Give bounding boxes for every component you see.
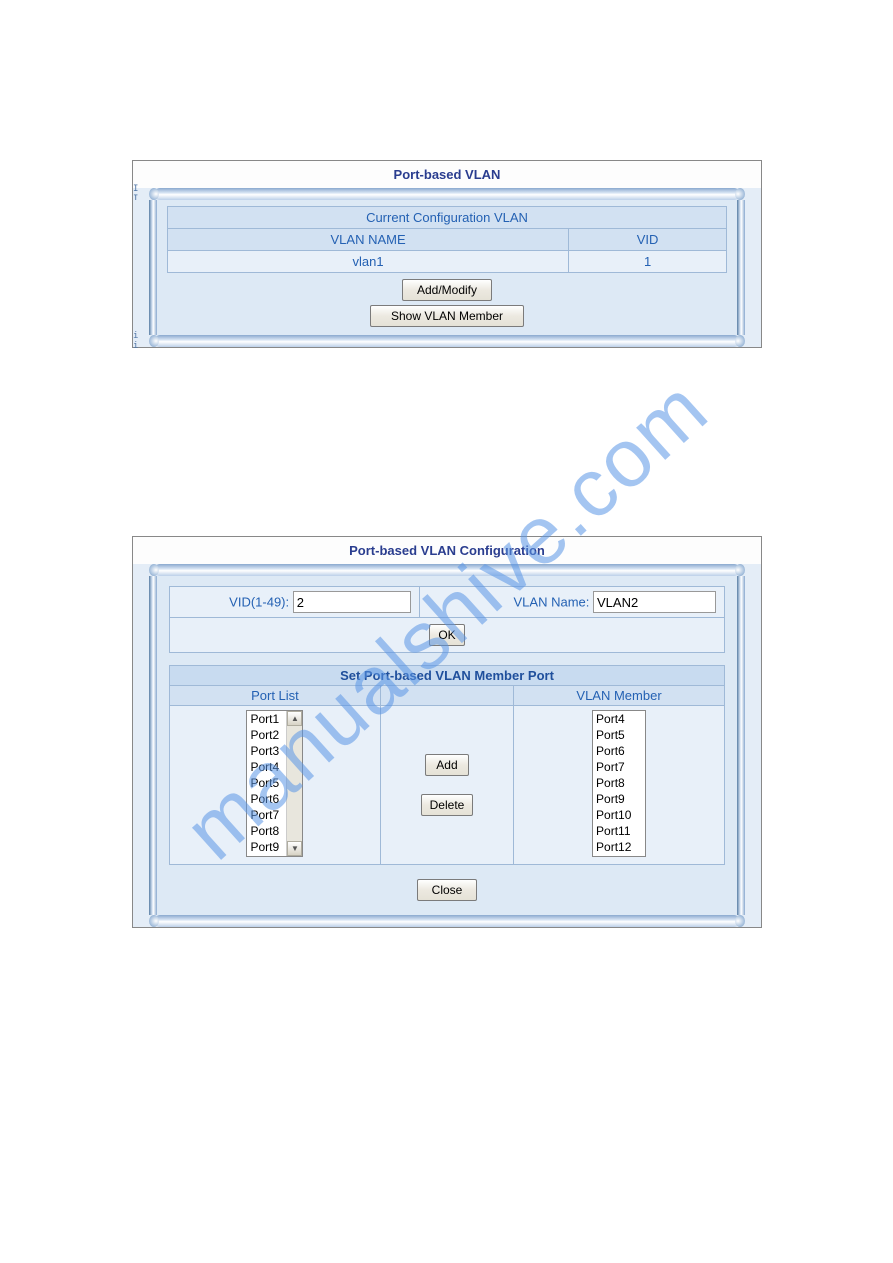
vlan-config-panel: Port-based VLAN Configuration VID(1-49):	[132, 536, 762, 928]
list-item[interactable]: Port10	[593, 807, 645, 823]
frame-top-bar: I I	[133, 188, 761, 200]
port-based-vlan-panel: Port-based VLAN I I Current Configuratio…	[132, 160, 762, 348]
ok-button[interactable]: OK	[429, 624, 464, 646]
scrollbar[interactable]: ▲ ▼	[286, 711, 302, 856]
list-item[interactable]: Port11	[593, 823, 645, 839]
vlan-name-cell: vlan1	[168, 251, 569, 273]
col-header-vid: VID	[569, 229, 727, 251]
panel-title: Port-based VLAN	[133, 161, 761, 188]
vlan-vid-cell: 1	[569, 251, 727, 273]
add-button[interactable]: Add	[425, 754, 468, 776]
member-port-table: Set Port-based VLAN Member Port Port Lis…	[169, 665, 725, 865]
add-modify-button[interactable]: Add/Modify	[402, 279, 492, 301]
frame-top-bar	[133, 564, 761, 576]
frame-body: Current Configuration VLAN VLAN NAME VID…	[133, 200, 761, 335]
panel-content: VID(1-49): VLAN Name: OK Set Port-b	[157, 576, 737, 915]
scroll-down-icon[interactable]: ▼	[287, 841, 302, 856]
close-button[interactable]: Close	[417, 879, 478, 901]
list-item[interactable]: Port7	[247, 807, 287, 823]
frame-bottom-bar	[133, 915, 761, 927]
list-item[interactable]: Port9	[593, 791, 645, 807]
panel-frame: I I Current Configuration VLAN VLAN NAME…	[133, 188, 761, 347]
vlan-config-table: Current Configuration VLAN VLAN NAME VID…	[167, 206, 727, 273]
list-item[interactable]: Port5	[247, 775, 287, 791]
frame-mark-bottom: i i	[133, 335, 149, 347]
list-item[interactable]: Port3	[247, 743, 287, 759]
vlan-name-label: VLAN Name:	[514, 595, 590, 610]
port-list-box[interactable]: Port1 Port2 Port3 Port4 Port5 Port6 Port…	[246, 710, 303, 857]
scroll-up-icon[interactable]: ▲	[287, 711, 302, 726]
table-row: vlan1 1	[168, 251, 727, 273]
col-port-list: Port List	[170, 686, 381, 706]
show-vlan-member-button[interactable]: Show VLAN Member	[370, 305, 524, 327]
list-item[interactable]: Port7	[593, 759, 645, 775]
section-header: Set Port-based VLAN Member Port	[170, 666, 725, 686]
section-header: Current Configuration VLAN	[168, 207, 727, 229]
frame-bottom-bar: i i	[133, 335, 761, 347]
list-item[interactable]: Port12	[593, 839, 645, 855]
vid-input[interactable]	[293, 591, 411, 613]
list-item[interactable]: Port6	[247, 791, 287, 807]
list-item[interactable]: Port9	[247, 839, 287, 855]
list-item[interactable]: Port8	[593, 775, 645, 791]
panel-content: Current Configuration VLAN VLAN NAME VID…	[157, 200, 737, 335]
list-item[interactable]: Port4	[593, 711, 645, 727]
list-item[interactable]: Port2	[247, 727, 287, 743]
list-item[interactable]: Port8	[247, 823, 287, 839]
vlan-member-box[interactable]: Port4 Port5 Port6 Port7 Port8 Port9 Port…	[592, 710, 646, 857]
list-item[interactable]: Port4	[247, 759, 287, 775]
input-row-table: VID(1-49): VLAN Name: OK	[169, 586, 725, 653]
vid-label: VID(1-49):	[229, 595, 289, 610]
frame-mark-top: I I	[133, 188, 149, 200]
vlan-name-input[interactable]	[593, 591, 716, 613]
panel-frame: VID(1-49): VLAN Name: OK Set Port-b	[133, 564, 761, 927]
col-header-name: VLAN NAME	[168, 229, 569, 251]
col-vlan-member: VLAN Member	[514, 686, 725, 706]
list-item[interactable]: Port5	[593, 727, 645, 743]
list-item[interactable]: Port6	[593, 743, 645, 759]
list-item[interactable]: Port1	[247, 711, 287, 727]
frame-body: VID(1-49): VLAN Name: OK Set Port-b	[133, 576, 761, 915]
delete-button[interactable]: Delete	[421, 794, 474, 816]
panel-title: Port-based VLAN Configuration	[133, 537, 761, 564]
